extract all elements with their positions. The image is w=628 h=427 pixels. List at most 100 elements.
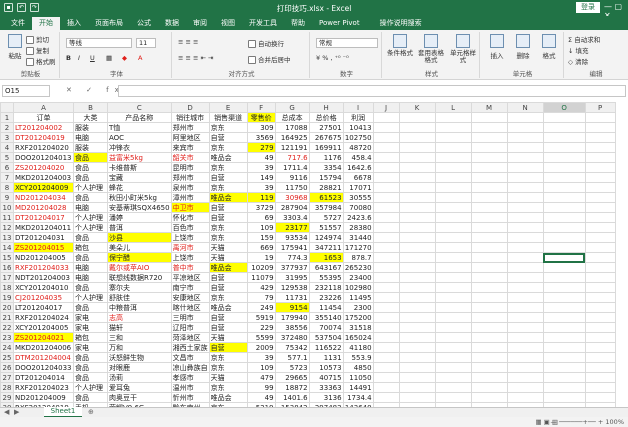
cell[interactable]: 537504 [308,332,344,343]
cell[interactable]: 40715 [308,372,344,383]
font-size-combo[interactable]: 11 [136,38,156,48]
tab-9[interactable]: 帮助 [284,17,312,30]
cell[interactable]: 878.7 [342,252,374,263]
cell[interactable]: 377937 [274,262,310,273]
empty-cell[interactable] [506,232,544,243]
empty-cell[interactable] [470,292,508,303]
cell[interactable]: 京东 [208,382,248,393]
cell[interactable]: 179940 [274,312,310,323]
cell[interactable]: 102980 [342,282,374,293]
row-header[interactable]: 10 [0,202,14,213]
cell[interactable]: 119 [246,192,276,203]
cell[interactable]: 149 [246,172,276,183]
empty-cell[interactable] [470,142,508,153]
empty-cell[interactable] [542,312,586,323]
cell[interactable]: 大类 [73,112,108,123]
cell[interactable]: 沙县 [107,232,172,243]
empty-cell[interactable] [542,192,586,203]
empty-cell[interactable] [434,312,472,323]
empty-cell[interactable] [434,122,472,133]
cell[interactable]: 零售价 [246,112,276,123]
empty-cell[interactable] [398,172,436,183]
empty-cell[interactable] [506,282,544,293]
row-header[interactable]: 7 [0,172,14,183]
empty-cell[interactable] [434,342,472,353]
empty-cell[interactable] [398,252,436,263]
empty-cell[interactable] [584,222,616,233]
cell[interactable]: 阿里地区 [170,132,210,143]
italic-button[interactable]: I [78,54,80,62]
empty-cell[interactable] [506,372,544,383]
empty-cell[interactable] [542,112,586,123]
empty-cell[interactable] [372,332,400,343]
cell[interactable]: 沃怒鲜生物 [107,352,172,363]
empty-cell[interactable] [584,162,616,173]
empty-cell[interactable] [398,152,436,163]
column-header[interactable]: I [342,102,374,113]
cell[interactable]: 267675 [308,132,344,143]
cell[interactable]: 11495 [342,292,374,303]
column-header[interactable]: H [308,102,344,113]
empty-cell[interactable] [470,232,508,243]
cell[interactable]: 郑州市 [170,122,210,133]
cell[interactable]: 3303.4 [274,212,310,223]
cell[interactable]: 自营 [208,212,248,223]
cell[interactable]: 食品 [73,352,108,363]
empty-cell[interactable] [506,302,544,313]
cell[interactable]: 17088 [274,122,310,133]
cell[interactable]: 171270 [342,242,374,253]
cell[interactable]: 汤莉 [107,372,172,383]
cell[interactable]: 10209 [246,262,276,273]
cell[interactable]: 279 [246,142,276,153]
cell[interactable]: 38556 [274,322,310,333]
cell[interactable]: 天猫 [208,332,248,343]
cell[interactable]: 347211 [308,242,344,253]
tab-10[interactable]: Power Pivot [312,17,367,30]
empty-cell[interactable] [542,382,586,393]
empty-cell[interactable] [506,272,544,283]
format-painter-button[interactable]: 格式刷 [26,56,56,66]
empty-cell[interactable] [584,332,616,343]
cell[interactable]: 销往城市 [170,112,210,123]
cell[interactable]: 肉奥豆干 [107,392,172,403]
cell[interactable]: 中卫市 [170,202,210,213]
cell[interactable]: 中粮普洱 [107,302,172,313]
empty-cell[interactable] [506,132,544,143]
cell[interactable]: 69 [246,212,276,223]
cut-button[interactable]: 剪切 [26,34,49,44]
cell[interactable]: 订单 [13,112,74,123]
cell[interactable]: 志高 [107,312,172,323]
cell[interactable]: 电脑 [73,202,108,213]
column-header[interactable]: G [274,102,310,113]
cell[interactable]: 429 [246,282,276,293]
empty-cell[interactable] [506,212,544,223]
cell[interactable]: 93534 [274,232,310,243]
format-table-button[interactable]: 套用表格格式 [416,34,446,64]
row-header[interactable]: 11 [0,212,14,223]
cell[interactable]: 服装 [73,142,108,153]
cell[interactable]: 14491 [342,382,374,393]
empty-cell[interactable] [434,142,472,153]
empty-cell[interactable] [542,142,586,153]
cell[interactable]: 食品 [73,162,108,173]
cell[interactable]: 食品 [73,192,108,203]
cell[interactable]: 温州市 [170,382,210,393]
border-icon[interactable]: ▦ [106,54,112,62]
row-header[interactable]: 19 [0,292,14,303]
cell[interactable]: 3569 [246,132,276,143]
cell[interactable]: 121191 [274,142,310,153]
cell[interactable]: 京东 [208,292,248,303]
tab-6[interactable]: 审阅 [186,17,214,30]
empty-cell[interactable] [506,182,544,193]
empty-cell[interactable] [506,322,544,333]
cell[interactable]: 1176 [308,152,344,163]
column-header[interactable]: B [73,102,108,113]
cell[interactable]: ND201204005 [13,252,74,263]
empty-cell[interactable] [434,262,472,273]
cell[interactable]: 自营 [208,172,248,183]
empty-cell[interactable] [398,282,436,293]
empty-cell[interactable] [372,342,400,353]
empty-cell[interactable] [506,292,544,303]
empty-cell[interactable] [398,132,436,143]
cell[interactable]: 家电 [73,322,108,333]
